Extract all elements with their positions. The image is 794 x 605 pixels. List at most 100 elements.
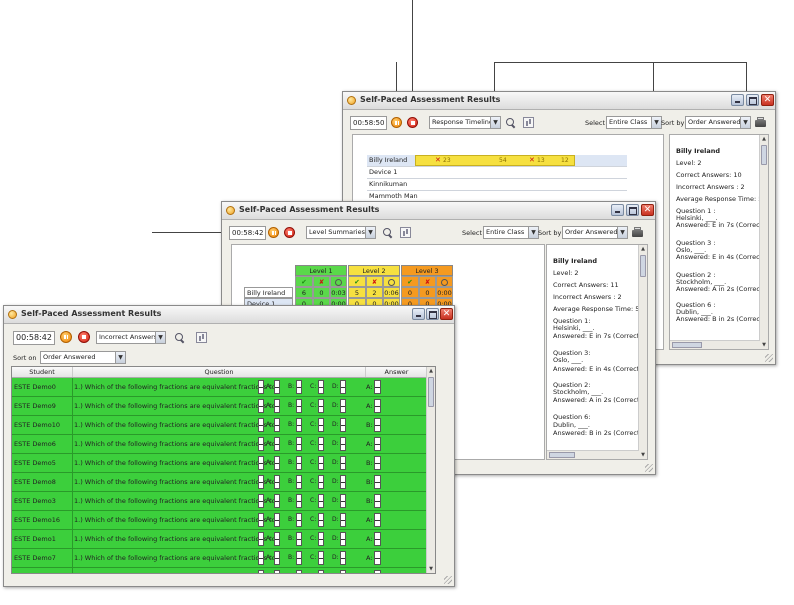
- fraction-image: [296, 399, 302, 413]
- scroll-up-icon[interactable]: ▲: [427, 367, 435, 375]
- table-row[interactable]: ESTE Demo6 1.) Which of the following fra…: [12, 435, 427, 454]
- close-button[interactable]: ✕: [440, 308, 453, 320]
- option-letter: C:: [310, 402, 317, 409]
- table-row[interactable]: ESTE Demo5 1.) Which of the following fra…: [12, 454, 427, 473]
- column-header-student[interactable]: Student: [12, 367, 73, 377]
- sort-on-value: Order Answered: [43, 353, 96, 361]
- bar-chart-icon[interactable]: [196, 332, 207, 343]
- option-letter: A:: [266, 383, 273, 390]
- select-dropdown[interactable]: Entire Class ▼: [483, 226, 539, 239]
- zoom-icon[interactable]: [382, 227, 393, 238]
- detail-hscrollbar[interactable]: [670, 340, 760, 349]
- select-dropdown-value: Entire Class: [486, 228, 525, 236]
- zoom-icon[interactable]: [174, 332, 185, 343]
- fraction-image: [340, 532, 346, 546]
- scroll-down-icon[interactable]: ▼: [639, 451, 647, 459]
- scroll-thumb[interactable]: [761, 145, 767, 165]
- detail-question-text: Helsinki, ___.: [553, 324, 595, 332]
- window-title: Self-Paced Assessment Results: [21, 309, 162, 318]
- maximize-button[interactable]: [426, 308, 439, 320]
- table-row[interactable]: ESTE Demo1 1.) Which of the following fra…: [12, 530, 427, 549]
- scroll-thumb[interactable]: [428, 377, 434, 407]
- column-header-question[interactable]: Question: [73, 367, 366, 377]
- fraction-image: [296, 494, 302, 508]
- student-detail-panel: Billy Ireland Level: 2 Correct Answers: …: [546, 244, 648, 460]
- student-cell: ESTE Demo0: [14, 378, 73, 396]
- fraction-image: [274, 551, 280, 565]
- fraction-image: [340, 456, 346, 470]
- option-letter: A:: [266, 478, 273, 485]
- table-row[interactable]: ESTE Demo3 1.) Which of the following fra…: [12, 492, 427, 511]
- answer-cell: A:: [366, 440, 373, 448]
- column-header-answer[interactable]: Answer: [366, 367, 427, 377]
- option-letter: A:: [266, 459, 273, 466]
- minimize-button[interactable]: [412, 308, 425, 320]
- scroll-thumb[interactable]: [549, 452, 575, 458]
- detail-question: Question 6:: [553, 413, 591, 421]
- printer-icon[interactable]: [632, 227, 643, 237]
- printer-icon[interactable]: [755, 117, 766, 127]
- clock-icon: [330, 276, 347, 287]
- table-row[interactable]: ESTE Demo7 1.) Which of the following fra…: [12, 549, 427, 568]
- option-letter: B:: [288, 497, 295, 504]
- detail-hscrollbar[interactable]: [547, 450, 639, 459]
- timeline-row[interactable]: Device 1: [367, 167, 627, 179]
- table-row[interactable]: ESTE Demo16 1.) Which of the following fr…: [12, 511, 427, 530]
- resize-grip-icon[interactable]: [444, 576, 452, 584]
- view-dropdown[interactable]: Incorrect Answers ▼: [96, 331, 166, 344]
- student-name[interactable]: Billy Ireland: [244, 287, 293, 298]
- pause-button[interactable]: [391, 117, 402, 128]
- title-bar: Self-Paced Assessment Results ✕: [343, 92, 775, 110]
- summary-cell: 2: [366, 287, 383, 298]
- fraction-image: [274, 475, 280, 489]
- stop-button[interactable]: [78, 331, 90, 343]
- scroll-down-icon[interactable]: ▼: [427, 565, 435, 573]
- zoom-icon[interactable]: [505, 117, 516, 128]
- select-dropdown[interactable]: Entire Class ▼: [606, 116, 662, 129]
- table-row[interactable]: ESTE Demo10 1.) Which of the following fr…: [12, 416, 427, 435]
- stop-button[interactable]: [284, 227, 295, 238]
- table-row[interactable]: ESTE Demo9 1.) Which of the following fra…: [12, 397, 427, 416]
- maximize-button[interactable]: [746, 94, 759, 106]
- fraction-image: [274, 513, 280, 527]
- detail-scrollbar[interactable]: ▲ ▼: [759, 135, 768, 349]
- scroll-up-icon[interactable]: ▲: [639, 245, 647, 253]
- scroll-up-icon[interactable]: ▲: [760, 135, 768, 143]
- detail-scrollbar[interactable]: ▲ ▼: [638, 245, 647, 459]
- scroll-thumb[interactable]: [672, 342, 702, 348]
- pause-button[interactable]: [268, 227, 279, 238]
- pause-button[interactable]: [60, 331, 72, 343]
- fraction-image: [374, 494, 381, 508]
- table-row[interactable]: ESTE Demo0 1.) Which of the following fra…: [12, 378, 427, 397]
- minimize-button[interactable]: [611, 204, 624, 216]
- view-dropdown[interactable]: Level Summaries ▼: [306, 226, 376, 239]
- fraction-image: [340, 380, 346, 394]
- grid-scrollbar[interactable]: ▲ ▼: [426, 367, 435, 573]
- table-row[interactable]: ESTE Demo8 1.) Which of the following fra…: [12, 473, 427, 492]
- sortby-dropdown[interactable]: Order Answered ▼: [562, 226, 628, 239]
- resize-grip-icon[interactable]: [765, 354, 773, 362]
- answer-cell: B:: [366, 459, 373, 467]
- close-button[interactable]: ✕: [641, 204, 654, 216]
- stop-button[interactable]: [407, 117, 418, 128]
- close-button[interactable]: ✕: [761, 94, 774, 106]
- incorrect-icon: ✘: [313, 276, 330, 287]
- resize-grip-icon[interactable]: [645, 464, 653, 472]
- bar-chart-icon[interactable]: [400, 227, 411, 238]
- student-cell: ESTE Demo9: [14, 397, 73, 415]
- table-row[interactable]: ESTE Demo41.) Which of the following fra…: [12, 568, 427, 573]
- window-title: Self-Paced Assessment Results: [360, 95, 501, 104]
- sortby-dropdown[interactable]: Order Answered ▼: [685, 116, 751, 129]
- scroll-thumb[interactable]: [640, 255, 646, 277]
- timeline-row[interactable]: Kinnikuman: [367, 179, 627, 191]
- view-dropdown[interactable]: Response Timeline ▼: [429, 116, 501, 129]
- scroll-down-icon[interactable]: ▼: [760, 341, 768, 349]
- maximize-button[interactable]: [626, 204, 639, 216]
- timeline-row[interactable]: Billy Ireland ✕ 23 54 ✕ 13 12: [367, 155, 627, 167]
- minimize-button[interactable]: [731, 94, 744, 106]
- student-cell: ESTE Demo6: [14, 435, 73, 453]
- sort-on-label: Sort on: [13, 354, 37, 362]
- sort-on-dropdown[interactable]: Order Answered ▼: [40, 351, 126, 364]
- bar-chart-icon[interactable]: [523, 117, 534, 128]
- correct-icon: ✔: [295, 276, 313, 287]
